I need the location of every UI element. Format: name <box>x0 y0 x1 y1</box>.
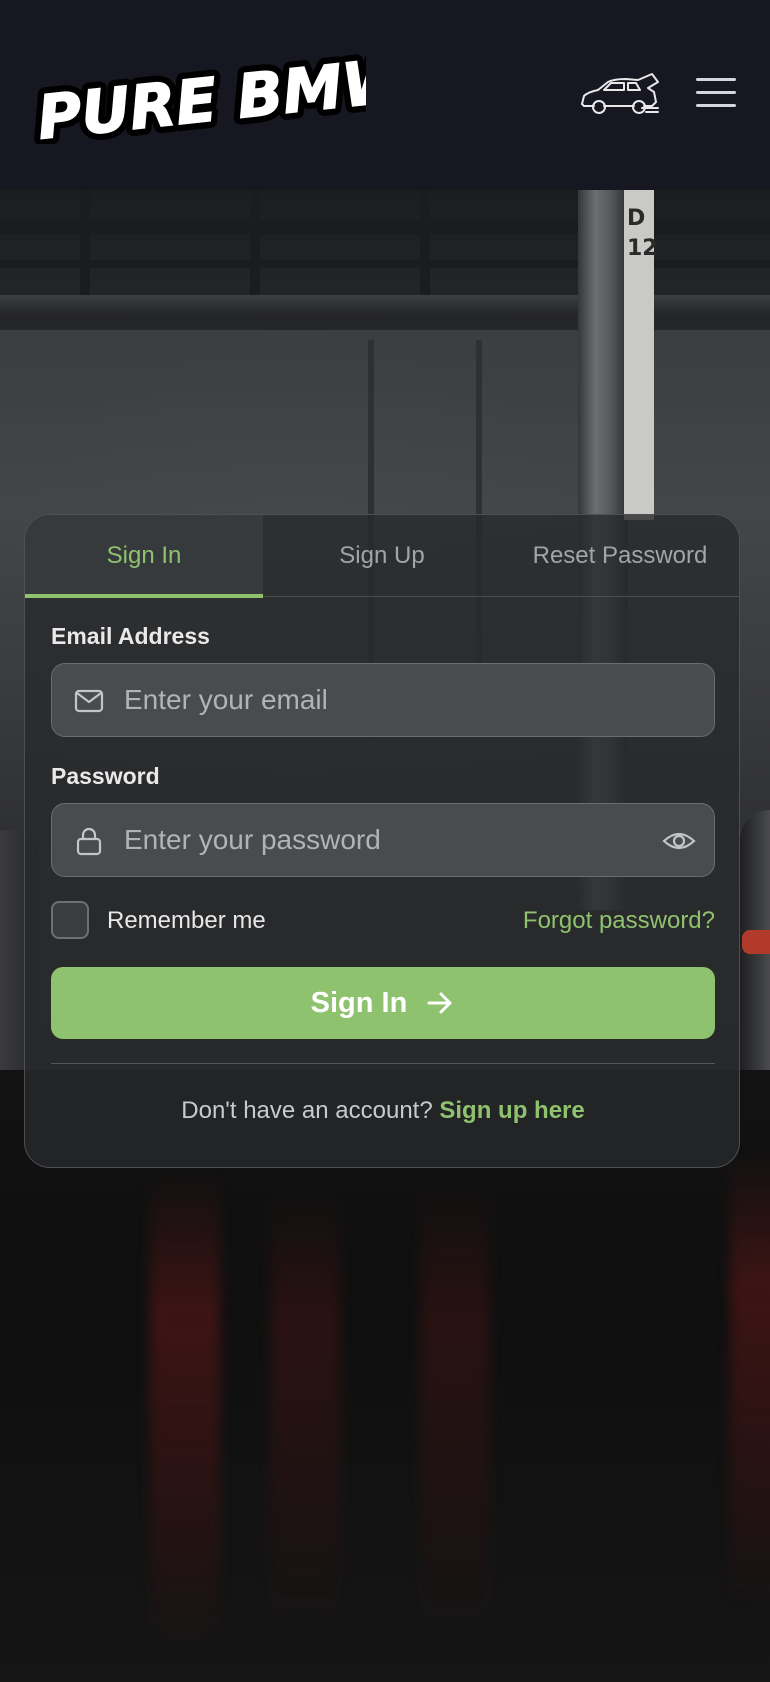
email-label: Email Address <box>51 623 210 649</box>
email-field-wrapper <box>51 663 715 737</box>
sign-in-button-label: Sign In <box>310 986 408 1019</box>
password-field-wrapper <box>51 803 715 877</box>
remember-me-checkbox[interactable] <box>51 901 89 939</box>
tab-sign-up[interactable]: Sign Up <box>263 515 501 597</box>
email-input[interactable] <box>124 664 644 736</box>
signup-prompt-text: Don't have an account? <box>181 1097 433 1124</box>
top-header: PURE BMWM PURE BMWM <box>0 0 770 190</box>
arrow-right-icon <box>427 992 452 1014</box>
tab-sign-in[interactable]: Sign In <box>25 515 263 598</box>
forgot-password-link[interactable]: Forgot password? <box>523 907 715 935</box>
mail-icon <box>74 689 104 713</box>
signup-prompt: Don't have an account? Sign up here <box>25 1097 739 1125</box>
password-input[interactable] <box>124 804 644 876</box>
login-page: D 12 PURE BMWM PURE BMWM Sign In Sign Up… <box>0 0 770 1682</box>
pure-bmwm-logo[interactable]: PURE BMWM PURE BMWM <box>30 44 366 144</box>
remember-me-label[interactable]: Remember me <box>107 907 266 935</box>
tab-reset-password[interactable]: Reset Password <box>501 515 739 597</box>
lock-icon <box>76 827 102 856</box>
auth-tabs: Sign In Sign Up Reset Password <box>25 515 739 598</box>
eye-icon[interactable] <box>662 826 696 856</box>
sign-up-here-link[interactable]: Sign up here <box>439 1097 584 1124</box>
parking-sign-text: D 12 <box>627 206 658 261</box>
password-label: Password <box>51 763 160 789</box>
svg-text:PURE BMWM: PURE BMWM <box>34 44 366 144</box>
card-divider <box>51 1063 715 1064</box>
car-hatch-open-icon[interactable] <box>578 68 662 122</box>
sign-in-button[interactable]: Sign In <box>51 967 715 1039</box>
auth-card: Sign In Sign Up Reset Password Email Add… <box>24 514 740 1168</box>
hamburger-menu-icon[interactable] <box>694 76 738 110</box>
